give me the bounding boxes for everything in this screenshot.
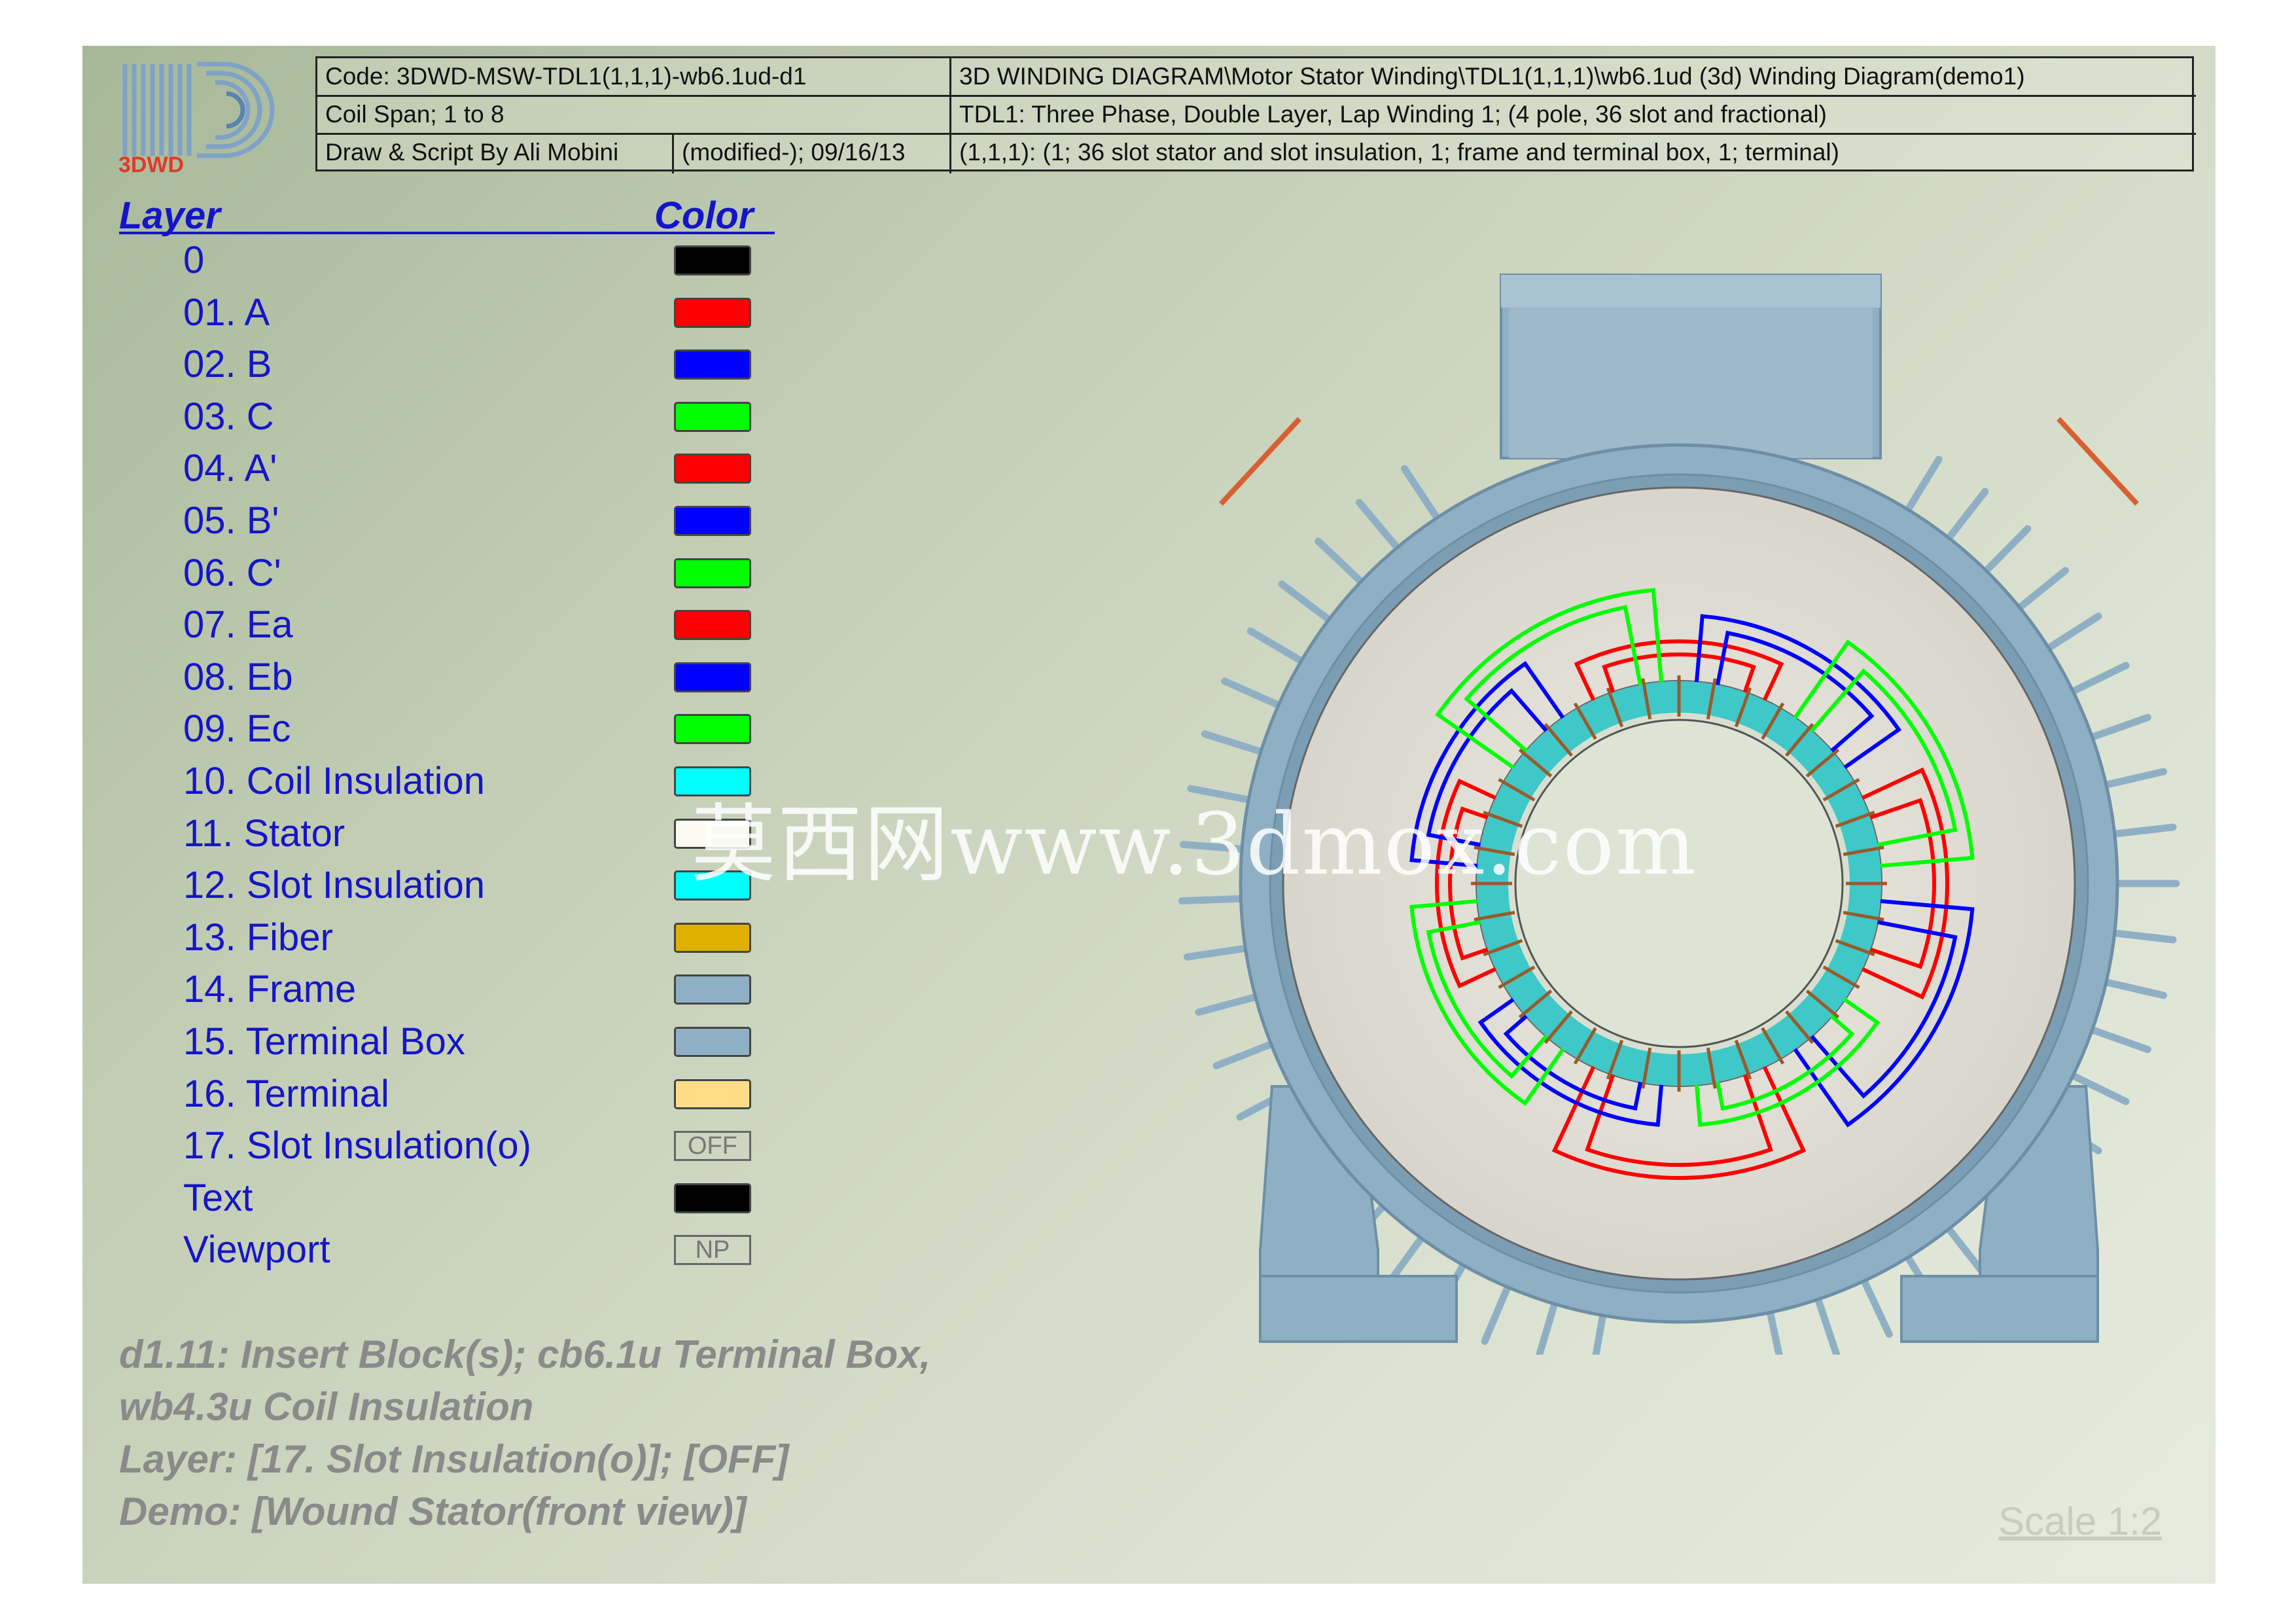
legend-label: 01. A [183, 291, 270, 334]
legend-label: 15. Terminal Box [183, 1020, 465, 1063]
legend-color-swatch [674, 297, 751, 328]
color-header: Color [654, 194, 754, 237]
legend-color-swatch [674, 454, 751, 484]
cooling-fin [2082, 713, 2151, 743]
cooling-fin [1212, 1038, 1281, 1070]
legend-color-swatch [674, 610, 751, 641]
legend-color-swatch [674, 974, 751, 1005]
cooling-fin [1812, 1289, 1841, 1355]
legend-label: 03. C [183, 395, 274, 438]
legend-swatch-text: OFF [674, 1131, 751, 1162]
legend-label: Viewport [183, 1228, 330, 1272]
legend-label: 05. B' [183, 499, 279, 542]
cooling-fin [1355, 499, 1405, 556]
title-code: Code: 3DWD-MSW-TDL1(1,1,1)-wb6.1ud-d1 [325, 63, 807, 90]
legend-label: 16. Terminal [183, 1072, 389, 1115]
cooling-fin [2082, 1024, 2151, 1054]
legend-label: 0 [183, 239, 205, 281]
title-path: 3D WINDING DIAGRAM\Motor Stator Winding\… [959, 63, 2025, 90]
legend-label: Text [183, 1176, 253, 1219]
legend-color-swatch [674, 349, 751, 380]
legend-label: 17. Slot Insulation(o) [183, 1124, 531, 1168]
title-parts: (1,1,1): (1; 36 slot stator and slot ins… [959, 139, 1839, 166]
cooling-fin [2063, 662, 2130, 698]
cooling-fin [1201, 730, 1271, 758]
note-line: Layer: [17. Slot Insulation(o)]; [OFF] [119, 1437, 789, 1481]
legend-label: 07. Ea [183, 603, 293, 647]
scale-label: Scale 1:2 [1998, 1499, 2163, 1543]
title-coil-span: Coil Span; 1 to 8 [325, 101, 504, 128]
legend-swatch-text: NP [674, 1235, 751, 1266]
cooling-fin [1278, 580, 1338, 628]
cooling-fin [2096, 976, 2168, 999]
legend-label: 11. Stator [183, 812, 345, 855]
3dwd-logo: 3DWD [118, 58, 282, 179]
legend-header: Layer Color [119, 194, 775, 237]
legend-color-swatch [674, 1027, 751, 1057]
title-author: Draw & Script By Ali Mobini [325, 139, 619, 166]
legend-color-swatch [674, 662, 751, 692]
legend-label: 09. Ec [183, 707, 291, 751]
legend-color-swatch [674, 922, 751, 953]
cooling-fin [1941, 488, 1989, 547]
legend-color-swatch [674, 245, 751, 276]
legend-color-swatch [674, 506, 751, 536]
note-line: Demo: [Wound Stator(front view)] [119, 1489, 747, 1533]
cooling-fin [2040, 613, 2102, 655]
title-block: Code: 3DWD-MSW-TDL1(1,1,1)-wb6.1ud-d1 3D… [315, 56, 2196, 173]
legend-label: 10. Coil Insulation [183, 760, 486, 802]
cooling-fin [2011, 567, 2070, 616]
cooling-fin [1978, 525, 2032, 579]
cooling-fin [1221, 677, 1288, 712]
notes: d1.11: Insert Block(s); cb6.1u Terminal … [119, 1329, 930, 1538]
cooling-fin [1183, 944, 1256, 961]
legend-label: 12. Slot Insulation [183, 864, 486, 907]
logo-text: 3DWD [118, 152, 185, 177]
cooling-fin [2096, 768, 2168, 791]
terminal-box [1500, 274, 1882, 459]
legend-label: 14. Frame [183, 968, 357, 1011]
cooling-fin [1858, 1271, 1893, 1338]
legend-color-swatch [674, 558, 751, 588]
legend-color-swatch [674, 714, 751, 745]
legend-label: 02. B [183, 343, 272, 386]
title-description: TDL1: Three Phase, Double Layer, Lap Win… [959, 101, 1827, 128]
legend-color-swatch [674, 401, 751, 432]
note-line: wb4.3u Coil Insulation [119, 1385, 534, 1429]
cooling-fin [1535, 1294, 1561, 1355]
cooling-fin [1901, 455, 1943, 519]
legend-color-swatch [674, 1183, 751, 1213]
cooling-fin [2104, 823, 2177, 838]
cooling-fin [1315, 537, 1369, 590]
cooling-fin [2104, 929, 2177, 944]
legend-label: 08. Eb [183, 655, 293, 698]
cooling-fin [1195, 991, 1265, 1016]
cooling-fin [1401, 465, 1445, 527]
legend-label: 13. Fiber [183, 916, 333, 959]
legend-label: 04. A' [183, 447, 277, 490]
note-line: d1.11: Insert Block(s); cb6.1u Terminal … [119, 1332, 931, 1376]
legend-color-swatch [674, 1079, 751, 1109]
cooling-fin [1246, 627, 1311, 668]
cooling-fin [1481, 1277, 1514, 1346]
legend-label: 06. C' [183, 551, 281, 594]
watermark: 莫西网www.3dmox.com [691, 794, 1698, 894]
title-modified: (modified-); 09/16/13 [682, 139, 906, 166]
cooling-fin [1178, 895, 1251, 905]
layer-header: Layer [119, 194, 221, 237]
drawing-sheet: 3DWD Code: 3DWD-MSW-TDL1(1,1,1)-wb6.1ud-… [82, 46, 2216, 1584]
